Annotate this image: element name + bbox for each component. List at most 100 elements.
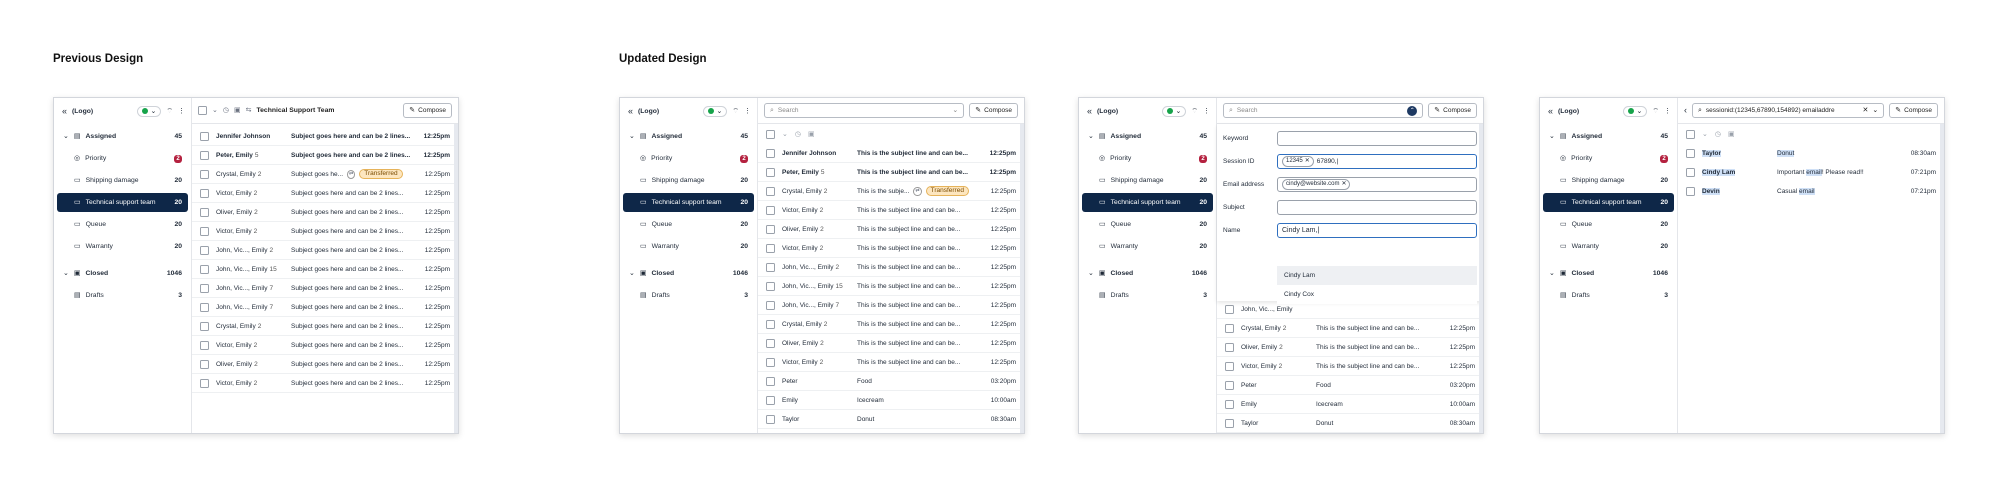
row-checkbox[interactable] <box>1225 304 1234 314</box>
sidebar-item-queue[interactable]: ▭ Queue 20 <box>1082 215 1213 234</box>
status-selector[interactable]: ⌄ <box>702 105 728 117</box>
table-row[interactable]: Taylor Donut 08:30am <box>1217 414 1483 433</box>
sidebar-item-warranty[interactable]: ▭ Warranty 20 <box>1082 237 1213 256</box>
chevron-down-icon[interactable]: ⌄ <box>629 270 635 277</box>
snooze-icon[interactable]: ◷ <box>1715 131 1721 138</box>
row-checkbox[interactable] <box>200 226 209 236</box>
table-row[interactable]: Victor, Emily 2 This is the subject line a… <box>758 239 1024 258</box>
table-row[interactable]: John, Vic..., Emily 15 This is the subject… <box>758 277 1024 296</box>
row-checkbox[interactable] <box>766 357 775 367</box>
compose-button[interactable]: ✎ Compose <box>403 103 452 118</box>
collapse-icon[interactable]: « <box>628 106 633 116</box>
row-checkbox[interactable] <box>1686 168 1695 177</box>
table-row[interactable]: John, Vic..., Emily 7 Subject goes here an… <box>192 279 458 298</box>
table-row[interactable]: Victor, Emily 2 This is the subject line a… <box>758 353 1024 372</box>
sidebar-item-assigned[interactable]: ⌄ ▤ Assigned 45 <box>1543 127 1674 146</box>
sidebar-item-closed[interactable]: ⌄ ▣ Closed 1046 <box>57 264 188 283</box>
chevron-down-icon[interactable]: ⌄ <box>1549 270 1555 277</box>
select-all-checkbox[interactable] <box>198 106 207 115</box>
row-checkbox[interactable] <box>1225 399 1234 409</box>
chevron-down-icon[interactable]: ⌄ <box>1549 133 1555 140</box>
keyword-field[interactable] <box>1277 131 1477 146</box>
scrollbar[interactable] <box>1940 124 1944 433</box>
row-checkbox[interactable] <box>200 169 209 179</box>
row-checkbox[interactable] <box>1225 380 1234 390</box>
sidebar-item-queue[interactable]: ▭ Queue 20 <box>623 215 754 234</box>
collapse-icon[interactable]: « <box>62 106 67 116</box>
sidebar-item-queue[interactable]: ▭ Queue 20 <box>1543 215 1674 234</box>
row-checkbox[interactable] <box>200 207 209 217</box>
table-row[interactable]: Oliver, Emily 2 This is the subject line a… <box>758 334 1024 353</box>
sidebar-item-shipping-damage[interactable]: ▭ Shipping damage 20 <box>57 171 188 190</box>
row-checkbox[interactable] <box>200 264 209 274</box>
row-checkbox[interactable] <box>200 150 209 160</box>
archive-icon[interactable]: ▣ <box>234 107 241 114</box>
row-checkbox[interactable] <box>200 131 209 141</box>
sidebar-item-closed[interactable]: ⌄ ▣ Closed 1046 <box>623 264 754 283</box>
table-row[interactable]: Taylor Donut 08:30am <box>1678 144 1944 163</box>
sidebar-item-shipping-damage[interactable]: ▭ Shipping damage 20 <box>623 171 754 190</box>
row-checkbox[interactable] <box>766 319 775 329</box>
close-icon[interactable]: ✕ <box>1863 107 1869 114</box>
name-field[interactable]: Cindy Lam,| <box>1277 223 1477 238</box>
table-row[interactable]: Devin Casual email 07:21pm <box>1678 182 1944 201</box>
row-checkbox[interactable] <box>200 283 209 293</box>
row-checkbox[interactable] <box>766 376 775 386</box>
sidebar-item-closed[interactable]: ⌄ ▣ Closed 1046 <box>1082 264 1213 283</box>
more-vertical-icon[interactable]: ⋮ <box>178 108 185 115</box>
table-row[interactable]: Peter, Emily 5 This is the subject line an… <box>758 163 1024 182</box>
sidebar-item-queue[interactable]: ▭ Queue 20 <box>57 215 188 234</box>
row-checkbox[interactable] <box>766 148 775 158</box>
session-id-field[interactable]: 12345 ✕ 67890,| <box>1277 154 1477 169</box>
row-checkbox[interactable] <box>1225 418 1234 428</box>
row-checkbox[interactable] <box>766 167 775 177</box>
table-row[interactable]: John, Vic..., Emily 15 Subject goes here a… <box>192 260 458 279</box>
row-checkbox[interactable] <box>1225 361 1234 371</box>
table-row[interactable]: Crystal, Emily 2 Subject goes he... ⇄ Transf… <box>192 165 458 184</box>
sidebar-item-priority[interactable]: ◎ Priority 2 <box>623 149 754 168</box>
row-checkbox[interactable] <box>766 338 775 348</box>
archive-icon[interactable]: ▣ <box>808 131 815 138</box>
chevron-down-icon[interactable]: ⌄ <box>782 131 788 138</box>
close-icon[interactable]: ✕ <box>1305 157 1310 166</box>
sidebar-item-drafts[interactable]: ▤ Drafts 3 <box>1082 286 1213 305</box>
chevron-down-icon[interactable]: ⌄ <box>63 270 69 277</box>
table-row[interactable]: Crystal, Emily 2 Subject goes here and can… <box>192 317 458 336</box>
compose-button[interactable]: ✎ Compose <box>1889 103 1938 118</box>
sidebar-item-priority[interactable]: ◎ Priority 2 <box>1543 149 1674 168</box>
suggestion-item[interactable]: Cindy Lam <box>1277 266 1477 285</box>
row-checkbox[interactable] <box>766 224 775 234</box>
table-row[interactable]: John, Vic..., Emily 7 Subject goes here an… <box>192 298 458 317</box>
snooze-icon[interactable]: ◷ <box>795 131 801 138</box>
row-checkbox[interactable] <box>200 245 209 255</box>
sidebar-item-assigned[interactable]: ⌄ ▤ Assigned 45 <box>1082 127 1213 146</box>
sidebar-item-shipping-damage[interactable]: ▭ Shipping damage 20 <box>1543 171 1674 190</box>
email-chip[interactable]: cindy@website.com ✕ <box>1282 179 1351 190</box>
sidebar-item-technical-support-team[interactable]: ▭ Technical support team 20 <box>1543 193 1674 212</box>
sidebar-item-shipping-damage[interactable]: ▭ Shipping damage 20 <box>1082 171 1213 190</box>
row-checkbox[interactable] <box>766 243 775 253</box>
chevron-down-icon[interactable]: ⌄ <box>63 133 69 140</box>
sidebar-item-drafts[interactable]: ▤ Drafts 3 <box>1543 286 1674 305</box>
chevron-down-icon[interactable]: ⌄ <box>212 107 218 114</box>
table-row[interactable]: Oliver, Emily 2 Subject goes here and can … <box>192 355 458 374</box>
table-row[interactable]: Victor, Emily 2 Subject goes here and can … <box>192 222 458 241</box>
row-checkbox[interactable] <box>1686 149 1695 158</box>
status-selector[interactable]: ⌄ <box>1622 105 1648 117</box>
row-checkbox[interactable] <box>766 395 775 405</box>
row-checkbox[interactable] <box>766 262 775 272</box>
chevron-down-icon[interactable]: ⌄ <box>1872 107 1878 114</box>
close-icon[interactable]: ✕ <box>1341 180 1346 189</box>
table-row[interactable]: Crystal, Emily 2 This is the subje... ⇄ Tran… <box>758 182 1024 201</box>
scrollbar[interactable] <box>454 124 458 433</box>
status-selector[interactable]: ⌄ <box>136 105 162 117</box>
select-all-checkbox[interactable] <box>766 129 775 139</box>
table-row[interactable]: Peter, Emily 5 Subject goes here and can b… <box>192 146 458 165</box>
snooze-icon[interactable]: ◷ <box>223 107 229 114</box>
sidebar-item-assigned[interactable]: ⌄ ▤ Assigned 45 <box>623 127 754 146</box>
scrollbar[interactable] <box>1479 124 1483 433</box>
sidebar-item-priority[interactable]: ◎ Priority 2 <box>1082 149 1213 168</box>
suggestion-item[interactable]: Cindy Cox <box>1277 285 1477 304</box>
transfer-icon[interactable]: ⇆ <box>246 107 252 114</box>
table-row[interactable]: Emily Icecream 10:00am <box>758 391 1024 410</box>
